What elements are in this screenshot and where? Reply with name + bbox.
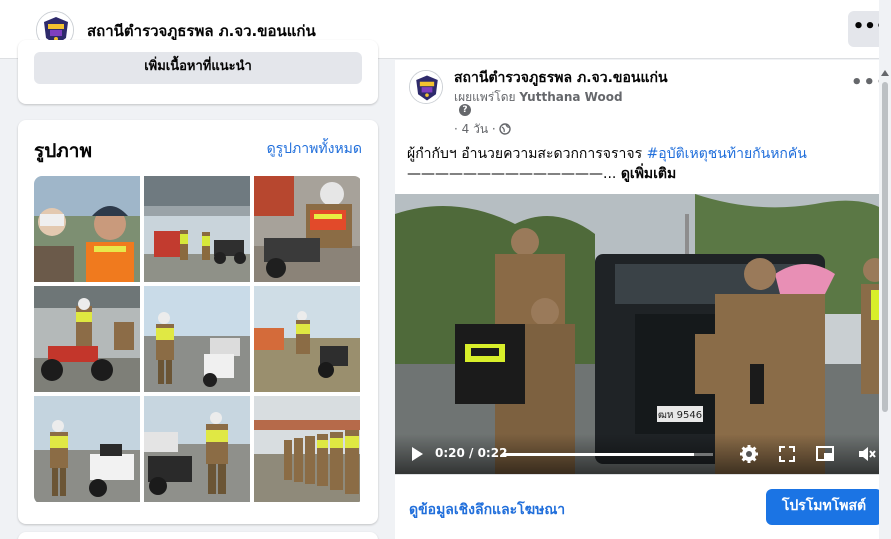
published-by: เผยแพร่โดย Yutthana Wood <box>454 88 623 107</box>
insights-and-ads-link[interactable]: ดูข้อมูลเชิงลึกและโฆษณา <box>409 499 565 521</box>
post-text-line2: ——————————————... <box>407 166 617 182</box>
scrollbar-graphic <box>879 0 891 539</box>
help-icon[interactable]: ? <box>459 104 471 116</box>
play-icon[interactable] <box>409 446 425 462</box>
promote-post-button[interactable]: โปรโมทโพสต์ <box>766 489 882 525</box>
publisher-name[interactable]: Yutthana Wood <box>519 90 622 104</box>
officer-motorcycle-roadside-photo[interactable] <box>254 286 360 392</box>
video-progress-fill <box>503 453 695 456</box>
officers-lineup-photo[interactable] <box>254 396 360 502</box>
video-time: 0:20 / 0:22 <box>435 446 508 460</box>
post-footer: ดูข้อมูลเชิงลึกและโฆษณา โปรโมทโพสต์ <box>395 474 891 539</box>
officer-kneeling-motorcycle-photo[interactable] <box>254 176 360 282</box>
photos-card: รูปภาพ ดูรูปภาพทั้งหมด <box>18 120 378 524</box>
license-plate-text: ฒห 9546 <box>658 410 702 421</box>
post-card: สถานีตำรวจภูธรพล ภ.จว.ขอนแก่น เผยแพร่โดย… <box>395 60 891 539</box>
suggest-card: เพิ่มเนื้อหาที่แนะนำ <box>18 40 378 104</box>
picture-in-picture-icon[interactable] <box>815 444 835 464</box>
post-text: ผู้กำกับฯ อำนวยความสะดวกการจราจร #อุบัติ… <box>407 144 887 184</box>
published-by-prefix: เผยแพร่โดย <box>454 90 516 104</box>
post-timestamp[interactable]: · 4 วัน · <box>454 120 512 139</box>
police-logo-icon[interactable] <box>409 70 443 104</box>
post-time-text: · 4 วัน · <box>454 122 496 136</box>
mute-icon[interactable] <box>857 444 877 464</box>
photo-grid <box>34 176 362 504</box>
post-author-name[interactable]: สถานีตำรวจภูธรพล ภ.จว.ขอนแก่น <box>454 67 668 89</box>
police-selfie-photo[interactable] <box>34 176 140 282</box>
fullscreen-icon[interactable] <box>777 444 797 464</box>
video-controls: 0:20 / 0:22 <box>395 434 891 474</box>
bottom-card <box>18 532 378 539</box>
officer-red-motorcycle-photo[interactable] <box>34 286 140 392</box>
officer-scooter-street-photo[interactable] <box>144 396 250 502</box>
officer-police-motorcycle-photo[interactable] <box>34 396 140 502</box>
settings-gear-icon[interactable] <box>739 444 759 464</box>
officers-under-overpass-photo[interactable] <box>144 176 250 282</box>
post-hashtag-link[interactable]: #อุบัติเหตุชนท้ายกันหกคัน <box>647 146 807 162</box>
officer-standing-road-photo[interactable] <box>144 286 250 392</box>
photos-heading: รูปภาพ <box>34 140 92 162</box>
scrollbar-thumb <box>882 82 888 412</box>
video-progress-bar[interactable] <box>503 453 713 456</box>
add-suggested-content-button[interactable]: เพิ่มเนื้อหาที่แนะนำ <box>34 52 362 84</box>
scrollbar[interactable] <box>879 0 891 539</box>
see-more-link[interactable]: ดูเพิ่มเติม <box>621 166 676 182</box>
post-text-body: ผู้กำกับฯ อำนวยความสะดวกการจราจร <box>407 146 643 162</box>
see-all-photos-link[interactable]: ดูรูปภาพทั้งหมด <box>267 138 362 160</box>
post-video[interactable]: ฒห 9546 0:20 / 0:22 <box>395 194 891 474</box>
globe-icon <box>499 123 512 135</box>
video-frame[interactable]: ฒห 9546 <box>395 194 891 474</box>
